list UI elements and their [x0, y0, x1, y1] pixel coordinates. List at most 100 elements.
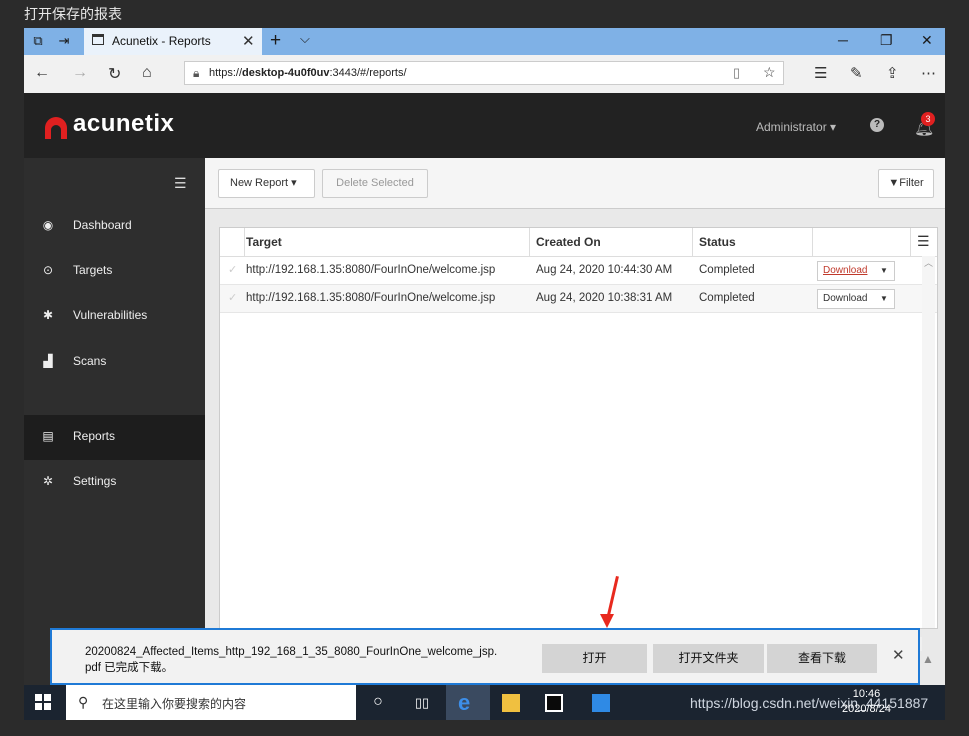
filter-icon: ▼: [888, 177, 900, 189]
help-icon[interactable]: ?: [870, 118, 884, 132]
close-icon[interactable]: ✕: [892, 646, 905, 664]
caret-down-icon[interactable]: ▼: [880, 262, 888, 280]
sidebar-item-label: Scans: [73, 354, 107, 368]
set-aside-tabs-icon[interactable]: ⇥: [56, 33, 72, 49]
restore-icon[interactable]: ❐: [880, 32, 893, 49]
row-created: Aug 24, 2020 10:38:31 AM: [536, 292, 673, 304]
windows-taskbar: ⚲ 在这里输入你要搜索的内容 ○ ▯▯ e https://blog.csdn.…: [24, 685, 945, 720]
vertical-scrollbar[interactable]: ︿: [922, 256, 935, 628]
sidebar-item-settings[interactable]: ✲ Settings: [24, 460, 205, 505]
app-header: acunetix Administrator ▾ ? 🔔︎: [24, 93, 945, 158]
download-link[interactable]: Download: [823, 262, 867, 280]
back-to-top-icon[interactable]: ▲: [922, 652, 934, 666]
lock-icon: 🔒︎: [193, 66, 200, 80]
row-checkbox[interactable]: ✓: [228, 263, 237, 276]
acunetix-logo-icon: [45, 117, 67, 139]
taskbar-search[interactable]: ⚲ 在这里输入你要搜索的内容: [66, 685, 356, 720]
column-divider: [692, 228, 693, 256]
sidebar-item-dashboard[interactable]: ◉ Dashboard: [24, 204, 205, 249]
target-icon: ⊙: [42, 263, 54, 277]
sidebar-item-vulnerabilities[interactable]: ✱ Vulnerabilities: [24, 294, 205, 339]
store-icon[interactable]: [545, 694, 563, 712]
table-row[interactable]: ✓ http://192.168.1.35:8080/FourInOne/wel…: [220, 285, 937, 313]
column-menu-icon[interactable]: ☰: [917, 233, 930, 250]
new-report-button[interactable]: New Report ▾: [218, 169, 315, 198]
annotation-arrow-head: [600, 614, 614, 628]
browser-window: ⧉ ⇥ Acunetix - Reports ✕ + ⌵ ─ ❐ ✕ ← → ↻…: [24, 28, 945, 720]
edge-app[interactable]: e: [446, 685, 490, 720]
watermark-url: https://blog.csdn.net/weixin_44151887: [690, 695, 929, 711]
table-row[interactable]: ✓ http://192.168.1.35:8080/FourInOne/wel…: [220, 257, 937, 285]
favorite-star-icon[interactable]: ☆: [763, 64, 776, 81]
sidebar-item-scans[interactable]: ▟ Scans: [24, 340, 205, 385]
row-checkbox[interactable]: ✓: [228, 291, 237, 304]
sidebar-toggle-icon[interactable]: ☰: [174, 175, 187, 192]
view-downloads-button[interactable]: 查看下载: [767, 644, 877, 673]
tab-title: Acunetix - Reports: [112, 34, 211, 48]
windows-start-icon[interactable]: [35, 694, 51, 710]
cortana-icon[interactable]: ○: [368, 693, 388, 711]
tab-bar: ⧉ ⇥ Acunetix - Reports ✕ + ⌵ ─ ❐ ✕: [24, 28, 945, 55]
home-icon[interactable]: ⌂: [142, 64, 152, 82]
bug-icon: ✱: [42, 308, 54, 322]
open-folder-button[interactable]: 打开文件夹: [653, 644, 764, 673]
sidebar-item-reports[interactable]: ▤ Reports: [24, 415, 205, 460]
pen-icon[interactable]: ✎: [850, 64, 863, 82]
download-filename: 20200824_Affected_Items_http_192_168_1_3…: [85, 646, 498, 674]
reports-table: Target Created On Status ☰ ✓ http://192.…: [219, 227, 938, 629]
task-view-icon[interactable]: ▯▯: [412, 695, 432, 711]
page-icon: [92, 34, 104, 45]
search-icon: ⚲: [78, 694, 89, 710]
search-placeholder: 在这里输入你要搜索的内容: [102, 697, 247, 711]
column-divider: [910, 228, 911, 256]
row-status: Completed: [699, 264, 755, 276]
url-field[interactable]: 🔒︎ https://desktop-4u0f0uv:3443/#/report…: [184, 61, 784, 85]
caret-down-icon[interactable]: ▼: [880, 290, 888, 308]
row-target: http://192.168.1.35:8080/FourInOne/welco…: [246, 292, 496, 304]
dashboard-icon: ◉: [42, 218, 54, 232]
row-created: Aug 24, 2020 10:44:30 AM: [536, 264, 673, 276]
browser-tab[interactable]: Acunetix - Reports ✕: [84, 28, 262, 55]
minimize-icon[interactable]: ─: [838, 32, 848, 48]
reports-toolbar: New Report ▾ Delete Selected ▼Filter: [205, 158, 945, 209]
refresh-icon[interactable]: ↻: [108, 64, 121, 84]
download-link[interactable]: Download: [823, 290, 867, 308]
forward-icon[interactable]: →: [72, 64, 88, 82]
notification-badge: 3: [921, 112, 935, 126]
sidebar-item-label: Targets: [73, 263, 113, 277]
sidebar-item-label: Reports: [73, 429, 116, 443]
favorites-list-icon[interactable]: ☰: [814, 64, 827, 82]
edge-icon: e: [458, 690, 471, 715]
row-status: Completed: [699, 292, 755, 304]
new-tab-icon[interactable]: +: [270, 30, 281, 52]
column-header-created[interactable]: Created On: [536, 235, 601, 249]
file-explorer-icon[interactable]: [502, 694, 520, 712]
user-menu[interactable]: Administrator ▾: [756, 120, 836, 134]
system-clock[interactable]: 10:46 2020/8/24: [842, 687, 891, 717]
chevron-down-icon[interactable]: ⌵: [300, 31, 310, 47]
download-dropdown[interactable]: Download ▼: [817, 261, 895, 281]
screenshot-caption: 打开保存的报表: [24, 6, 122, 22]
url-text: https://desktop-4u0f0uv:3443/#/reports/: [209, 67, 407, 79]
row-target: http://192.168.1.35:8080/FourInOne/welco…: [246, 264, 496, 276]
reading-view-icon[interactable]: ▯: [733, 65, 740, 81]
document-icon: ▤: [42, 429, 54, 443]
chart-icon: ▟: [43, 354, 53, 368]
share-icon[interactable]: ⇪: [886, 64, 899, 82]
mail-icon[interactable]: [592, 694, 610, 712]
more-icon[interactable]: ⋯: [921, 64, 936, 82]
download-dropdown[interactable]: Download ▼: [817, 289, 895, 309]
sidebar-item-targets[interactable]: ⊙ Targets: [24, 249, 205, 294]
table-header: Target Created On Status ☰: [220, 228, 937, 257]
open-file-button[interactable]: 打开: [542, 644, 647, 673]
tabs-aside-icon[interactable]: ⧉: [30, 33, 46, 49]
column-header-status[interactable]: Status: [699, 235, 736, 249]
gear-icon: ✲: [42, 474, 54, 488]
back-icon[interactable]: ←: [34, 64, 50, 82]
scroll-up-icon[interactable]: ︿: [924, 256, 933, 269]
close-window-icon[interactable]: ✕: [921, 32, 933, 49]
filter-button[interactable]: ▼Filter: [878, 169, 934, 198]
close-tab-icon[interactable]: ✕: [242, 32, 255, 50]
column-header-target[interactable]: Target: [246, 235, 282, 249]
delete-selected-button[interactable]: Delete Selected: [322, 169, 428, 198]
